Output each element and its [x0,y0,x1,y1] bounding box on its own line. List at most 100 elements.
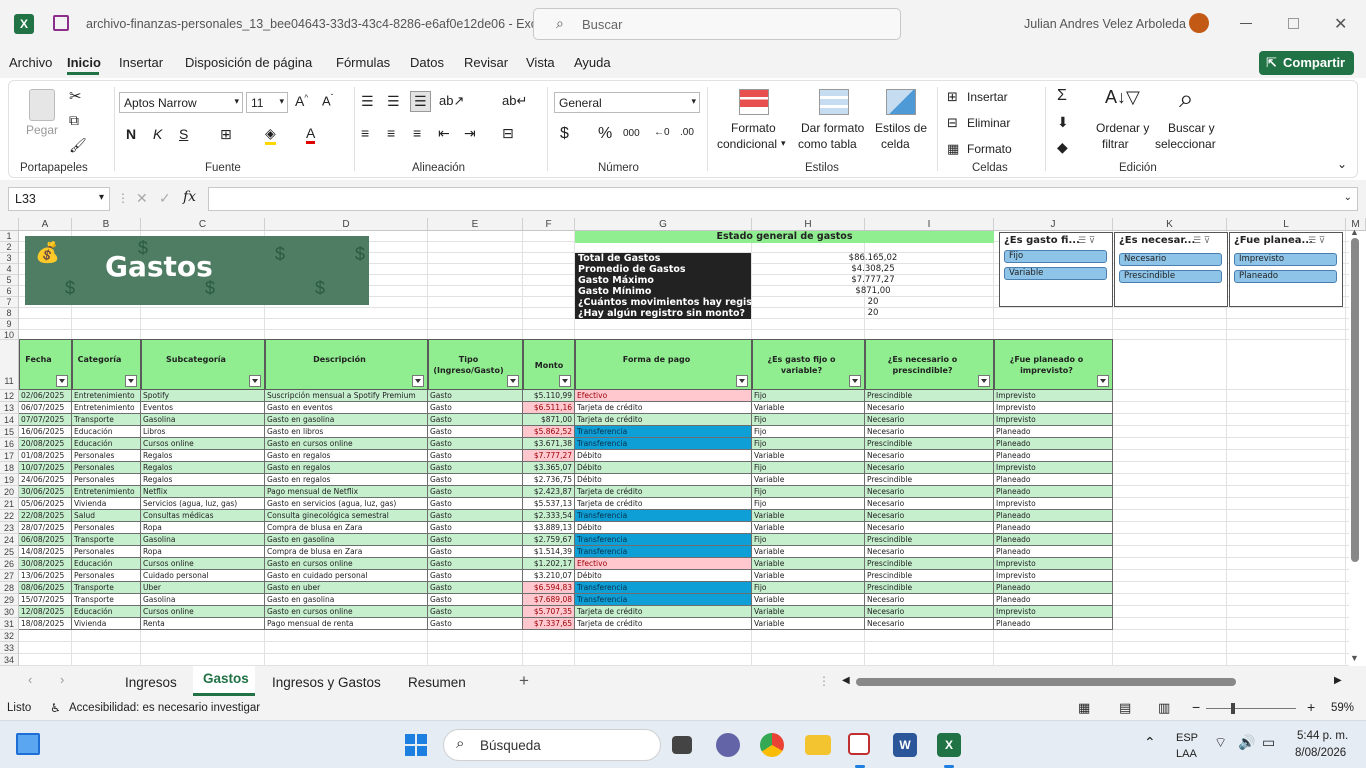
row-header[interactable]: 31 [0,618,19,630]
table-cell[interactable]: Gasto en gasolina [265,534,428,546]
table-cell[interactable]: Necesario [865,522,994,534]
currency-icon[interactable]: $ [560,125,569,143]
table-header-cell[interactable]: Subcategoría [141,339,265,390]
delete-cells-icon[interactable]: ⊟ [947,115,958,131]
table-cell[interactable]: Uber [141,582,265,594]
cell-styles-line1[interactable]: Estilos de [875,121,927,135]
task-view-icon[interactable] [672,736,692,754]
row-header[interactable]: 13 [0,402,19,414]
table-cell[interactable]: Gasto [428,426,523,438]
table-cell[interactable]: Necesario [865,426,994,438]
clock-date[interactable]: 8/08/2026 [1295,747,1346,759]
row-header[interactable]: 5 [0,275,19,286]
table-cell[interactable]: Gasto en gasolina [265,414,428,426]
copy-icon[interactable]: ⧉ [69,112,79,129]
row-header[interactable]: 8 [0,308,19,319]
chrome-icon[interactable] [760,733,784,757]
table-cell[interactable]: Imprevisto [994,462,1113,474]
menu-archivo[interactable]: Archivo [9,55,52,70]
table-cell[interactable]: Transferencia [575,510,752,522]
scroll-up-icon[interactable]: ▲ [1350,227,1359,237]
table-cell[interactable]: Educación [72,426,141,438]
row-header[interactable]: 1 [0,231,19,242]
table-cell[interactable]: Gasolina [141,534,265,546]
row-header[interactable]: 14 [0,414,19,426]
start-icon[interactable] [405,734,427,756]
table-cell[interactable]: Variable [752,402,865,414]
table-cell[interactable]: Prescindible [865,570,994,582]
table-header-cell[interactable]: Monto [523,339,575,390]
widgets-icon[interactable] [16,733,40,755]
table-header-cell[interactable]: Fecha [19,339,72,390]
cell-styles-icon[interactable] [886,89,916,115]
zoom-out-icon[interactable]: − [1192,699,1200,715]
table-cell[interactable]: Tarjeta de crédito [575,402,752,414]
table-cell[interactable]: Eventos [141,402,265,414]
format-cells-icon[interactable]: ▦ [947,141,959,157]
filter-dropdown-icon[interactable] [559,375,571,387]
menu-vista[interactable]: Vista [526,55,555,70]
table-cell[interactable]: Tarjeta de crédito [575,414,752,426]
snipping-tool-icon[interactable] [848,733,870,755]
table-cell[interactable]: Fijo [752,498,865,510]
table-cell[interactable]: Planeado [994,618,1113,630]
slicer-item[interactable]: Fijo [1004,250,1107,263]
table-cell[interactable]: Transferencia [575,426,752,438]
table-cell[interactable]: Variable [752,570,865,582]
battery-icon[interactable]: ▭ [1262,734,1275,751]
table-cell[interactable]: 06/08/2025 [19,534,72,546]
chevron-up-icon[interactable]: ⌃ [1144,734,1156,751]
user-name[interactable]: Julian Andres Velez Arboleda [1024,17,1186,31]
word-icon[interactable]: W [893,733,917,757]
conditional-format-line2[interactable]: condicional [717,137,777,151]
sort-filter-line2[interactable]: filtrar [1102,137,1129,151]
table-cell[interactable]: Renta [141,618,265,630]
row-header[interactable]: 2 [0,242,19,253]
filter-dropdown-icon[interactable] [978,375,990,387]
table-cell[interactable]: Necesario [865,462,994,474]
table-cell[interactable]: Efectivo [575,390,752,402]
row-header[interactable]: 17 [0,450,19,462]
table-cell[interactable]: Variable [752,546,865,558]
shrink-font-icon[interactable]: Aˇ [322,93,333,108]
select-all-corner[interactable] [0,218,19,231]
table-cell[interactable]: Gasto [428,558,523,570]
enter-icon[interactable]: ✓ [159,190,171,207]
table-cell[interactable]: $6.511,16 [523,402,575,414]
row-header[interactable]: 22 [0,510,19,522]
normal-view-icon[interactable]: ▦ [1078,700,1090,716]
table-cell[interactable]: 10/07/2025 [19,462,72,474]
add-sheet-icon[interactable]: + [519,671,529,691]
table-cell[interactable]: Ropa [141,546,265,558]
table-cell[interactable]: Variable [752,618,865,630]
table-cell[interactable]: Gasto en servicios (agua, luz, gas) [265,498,428,510]
table-cell[interactable]: $7.777,27 [523,450,575,462]
cut-icon[interactable]: ✂ [69,87,82,105]
search-box[interactable]: ⌕ Buscar [533,8,901,40]
table-cell[interactable]: Regalos [141,450,265,462]
table-cell[interactable]: Necesario [865,594,994,606]
scroll-right-icon[interactable]: ▶ [1334,675,1342,686]
table-header-cell[interactable]: ¿Fue planeado o imprevisto? [994,339,1113,390]
table-cell[interactable]: $3.210,07 [523,570,575,582]
volume-icon[interactable]: 🔊 [1238,734,1255,751]
row-header[interactable]: 32 [0,630,19,642]
table-cell[interactable]: Planeado [994,594,1113,606]
filter-dropdown-icon[interactable] [125,375,137,387]
table-cell[interactable]: Gasto [428,474,523,486]
slicer-planeado[interactable]: ¿Fue planea... ☰ ⊽ Imprevisto Planeado [1229,232,1343,307]
table-cell[interactable]: Ropa [141,522,265,534]
wifi-icon[interactable]: ⌔ [1214,734,1227,752]
format-painter-icon[interactable]: 🖌 [69,137,87,154]
sort-filter-icon[interactable]: A↓▽ [1105,87,1140,108]
table-cell[interactable]: $5.110,99 [523,390,575,402]
table-cell[interactable]: Imprevisto [994,606,1113,618]
table-cell[interactable]: Gasto en cursos online [265,438,428,450]
vertical-scrollbar[interactable]: ▲ ▼ [1349,227,1361,664]
row-header[interactable]: 7 [0,297,19,308]
table-cell[interactable]: Imprevisto [994,570,1113,582]
decrease-decimal-icon[interactable]: .00 [680,127,694,138]
table-cell[interactable]: Gasto [428,510,523,522]
decrease-indent-icon[interactable]: ⇤ [438,125,450,142]
minimize-icon[interactable] [1240,23,1252,24]
